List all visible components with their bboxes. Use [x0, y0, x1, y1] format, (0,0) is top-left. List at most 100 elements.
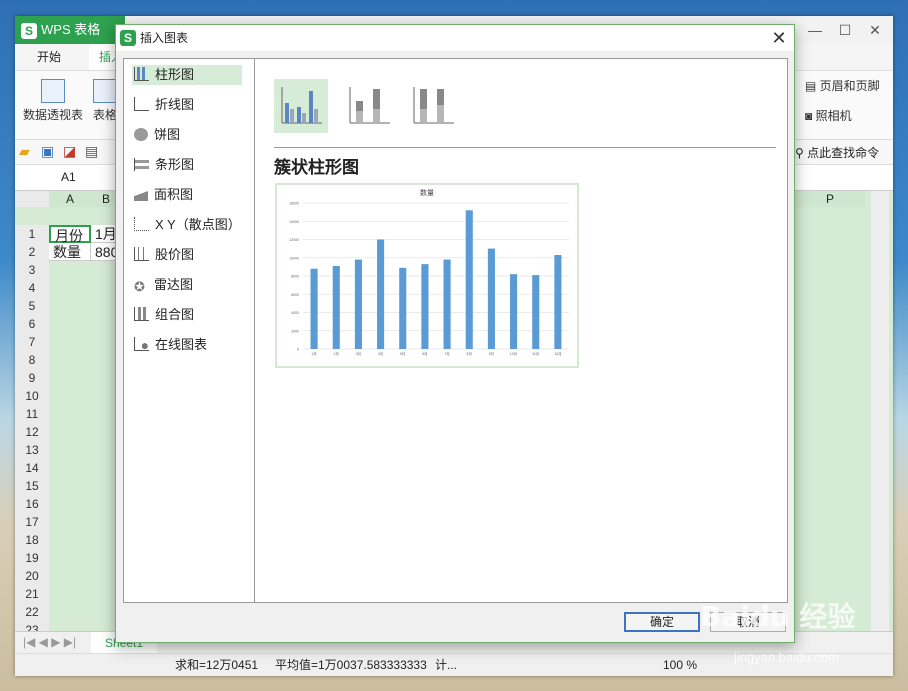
chart-type-combo[interactable]: 组合图 [132, 305, 242, 325]
chart-type-online[interactable]: 在线图表 [132, 335, 242, 355]
row-header[interactable]: 1 [15, 225, 49, 244]
row-header[interactable]: 9 [15, 369, 49, 388]
chart-type-scatter[interactable]: X Y（散点图） [132, 215, 242, 235]
row-header[interactable]: 6 [15, 315, 49, 334]
search-command[interactable]: ⚲ 点此查找命令 [795, 144, 879, 161]
y-tick-label: 4000 [291, 311, 299, 315]
row-header[interactable]: 5 [15, 297, 49, 316]
chart-bar [399, 267, 407, 349]
x-tick-label: 2月 [334, 351, 339, 356]
wps-app-menu[interactable]: S WPS 表格 [15, 16, 125, 44]
save-icon[interactable]: ▣ [41, 143, 54, 160]
row-header[interactable]: 7 [15, 333, 49, 352]
select-all-corner[interactable] [15, 191, 49, 207]
tab-home[interactable]: 开始 [27, 44, 71, 70]
watermark-url: jingyan.baidu.com [734, 650, 839, 665]
row-header[interactable]: 10 [15, 387, 49, 406]
row-header[interactable]: 14 [15, 459, 49, 478]
x-tick-label: 10月 [510, 351, 517, 356]
x-tick-label: 9月 [489, 351, 494, 356]
cell-a1[interactable]: 月份 [49, 225, 91, 244]
pivot-table-button[interactable]: 数据透视表 [23, 79, 83, 123]
chart-type-pie[interactable]: 饼图 [132, 125, 242, 145]
row-header[interactable]: 13 [15, 441, 49, 460]
pivot-table-icon [41, 79, 65, 103]
search-command-label: 点此查找命令 [807, 146, 880, 160]
chart-preview: 数量 0 2000 4000 6000 8000 10000 12000 14000 16000… [275, 183, 579, 368]
chart-type-label: 在线图表 [155, 337, 208, 352]
chart-type-label: 股价图 [155, 247, 195, 262]
dialog-close-icon[interactable]: ✕ [766, 25, 792, 51]
subtype-stacked-column[interactable] [342, 79, 396, 133]
pie-chart-icon [134, 128, 148, 141]
percent-stacked-column-icon [413, 87, 454, 124]
chart-type-label: 雷达图 [154, 277, 194, 292]
minimize-icon[interactable]: — [800, 16, 830, 44]
line-chart-icon [134, 97, 149, 111]
row-header[interactable]: 18 [15, 531, 49, 550]
subtype-percent-stacked-column[interactable] [406, 79, 460, 133]
wps-logo-icon: S [21, 22, 37, 39]
row-header[interactable]: 19 [15, 549, 49, 568]
chart-type-line[interactable]: 折线图 [132, 95, 242, 115]
chart-title: 数量 [420, 188, 434, 197]
open-icon[interactable]: ▰ [19, 143, 30, 160]
chart-type-area[interactable]: 面积图 [132, 185, 242, 205]
stacked-column-icon [349, 87, 390, 124]
ok-button[interactable]: 确定 [624, 612, 700, 632]
cell-a2[interactable]: 数量 [49, 243, 91, 261]
chart-type-label: 条形图 [155, 157, 195, 172]
divider [274, 147, 776, 148]
chart-preview-svg: 数量 0 2000 4000 6000 8000 10000 12000 14000 16000… [289, 188, 569, 356]
dialog-titlebar: S 插入图表 ✕ [116, 25, 794, 51]
print-icon[interactable]: ▤ [85, 143, 98, 160]
table-button[interactable]: 表格 [93, 79, 117, 123]
camera-label: 照相机 [815, 109, 852, 123]
close-window-icon[interactable]: ✕ [860, 16, 890, 44]
x-tick-label: 1月 [311, 351, 316, 356]
pdf-icon[interactable]: ◪ [63, 143, 76, 160]
maximize-icon[interactable]: ☐ [830, 16, 860, 44]
row-header[interactable]: 20 [15, 567, 49, 586]
row-header[interactable]: 12 [15, 423, 49, 442]
chart-type-radar[interactable]: ✪ 雷达图 [132, 275, 242, 295]
dialog-title: 插入图表 [140, 31, 189, 45]
row-header[interactable]: 2 [15, 243, 49, 262]
zoom-level[interactable]: 100 % [663, 654, 697, 676]
camera-button[interactable]: ◙ 照相机 [805, 107, 852, 124]
bar-chart-icon [134, 158, 149, 171]
vertical-scrollbar[interactable] [871, 191, 889, 641]
y-tick-label: 12000 [289, 238, 299, 242]
header-footer-button[interactable]: ▤ 页眉和页脚 [805, 77, 880, 94]
chart-bar [332, 265, 340, 349]
row-header[interactable]: 11 [15, 405, 49, 424]
chart-type-bar[interactable]: 条形图 [132, 155, 242, 175]
header-footer-label: 页眉和页脚 [819, 79, 880, 93]
chart-type-stock[interactable]: 股价图 [132, 245, 242, 265]
row-header[interactable]: 3 [15, 261, 49, 280]
status-average: 平均值=1万0037.583333333 [275, 658, 427, 672]
status-count: 计... [435, 658, 458, 672]
chart-type-column[interactable]: 柱形图 [132, 65, 242, 85]
row-header[interactable]: 22 [15, 603, 49, 622]
row-header[interactable]: 8 [15, 351, 49, 370]
column-header-p[interactable]: P [795, 191, 865, 207]
chart-type-label: 面积图 [154, 187, 194, 202]
x-tick-label: 8月 [467, 351, 472, 356]
subtype-clustered-column[interactable] [274, 79, 328, 133]
row-header[interactable]: 4 [15, 279, 49, 298]
chart-bar [377, 239, 385, 349]
pivot-table-label: 数据透视表 [23, 108, 84, 122]
sheet-nav-icon[interactable]: |◀ ◀ ▶ ▶| [23, 635, 76, 649]
row-header[interactable]: 16 [15, 495, 49, 514]
cell-reference[interactable]: A1 [61, 170, 76, 184]
x-tick-label: 5月 [400, 351, 405, 356]
y-tick-label: 2000 [291, 329, 299, 333]
row-header[interactable]: 21 [15, 585, 49, 604]
row-header[interactable]: 17 [15, 513, 49, 532]
column-header-a[interactable]: A [49, 191, 91, 207]
insert-chart-dialog: S 插入图表 ✕ 柱形图 折线图 饼图 条形图 面积图 X Y（散点图） 股价图… [115, 24, 795, 643]
y-tick-label: 16000 [289, 202, 299, 206]
row-header[interactable]: 15 [15, 477, 49, 496]
x-tick-label: 6月 [422, 351, 427, 356]
